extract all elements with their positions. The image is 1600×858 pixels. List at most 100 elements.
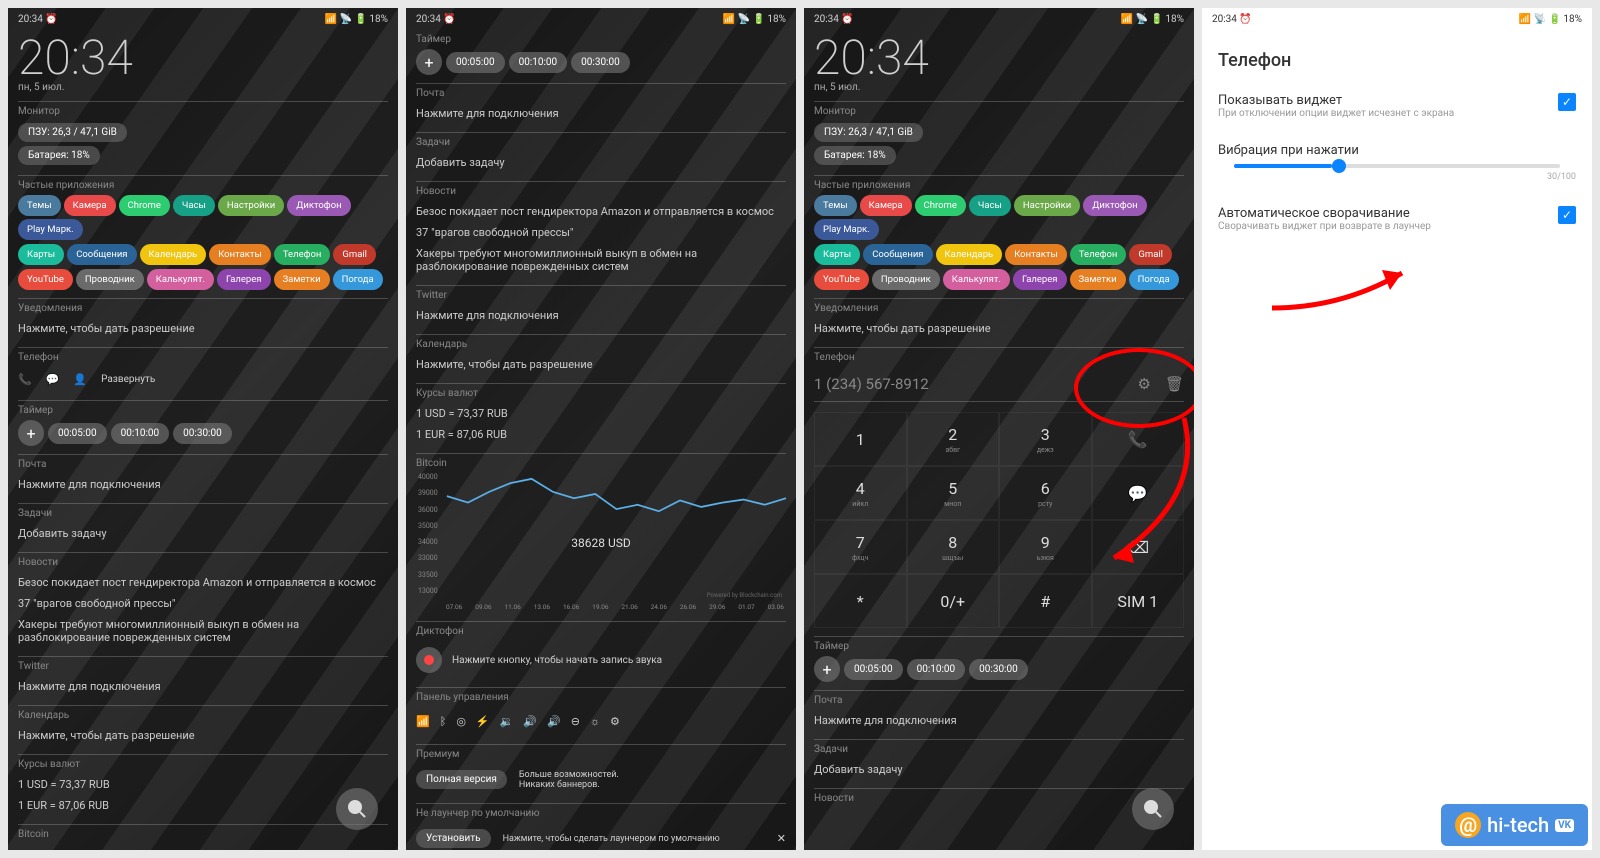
record-button[interactable] <box>416 647 442 673</box>
app-chip[interactable]: Chrome <box>915 195 966 216</box>
phone-screen-1: 20:34 ⏰ 📶 📡 🔋 18% 20:34 пн, 5 июл. Монит… <box>8 8 398 850</box>
app-chip[interactable]: Play Марк. <box>814 219 879 240</box>
install-button[interactable]: Установить <box>416 829 491 848</box>
app-chip[interactable]: Настройки <box>1014 195 1080 216</box>
news-item[interactable]: Безос покидает пост гендиректора Amazon … <box>416 201 786 222</box>
news-item[interactable]: 37 "врагов свободной прессы" <box>416 222 786 243</box>
app-chip[interactable]: Телефон <box>274 244 331 265</box>
wifi-icon[interactable]: 📶 <box>416 715 430 728</box>
timer-preset[interactable]: 00:10:00 <box>509 52 568 73</box>
full-version-button[interactable]: Полная версия <box>416 770 507 789</box>
app-chip[interactable]: Темы <box>18 195 61 216</box>
add-timer-button[interactable]: + <box>18 420 44 446</box>
search-fab[interactable] <box>1132 788 1174 830</box>
expand-label[interactable]: Развернуть <box>101 374 155 385</box>
app-chip[interactable]: Проводник <box>872 269 940 290</box>
vibration-slider[interactable] <box>1234 164 1560 168</box>
vol-down-icon[interactable]: 🔉 <box>500 715 514 728</box>
app-chip[interactable]: Заметки <box>1070 269 1126 290</box>
close-icon[interactable]: ✕ <box>777 832 786 845</box>
app-chip[interactable]: Chrome <box>119 195 170 216</box>
setting-show-widget[interactable]: Показывать виджетПри отключении опции ви… <box>1202 81 1592 131</box>
app-chip[interactable]: Погода <box>333 269 383 290</box>
dialpad-key[interactable]: 8шщъы <box>907 520 1000 574</box>
phone-screen-2: 20:34 ⏰📶 📡 🔋 18% Таймер +00:05:0000:10:0… <box>406 8 796 850</box>
dialpad-key[interactable]: 1 <box>814 412 907 466</box>
app-chip[interactable]: Диктофон <box>1083 195 1146 216</box>
vol-up-icon[interactable]: 🔊 <box>523 715 537 728</box>
app-chip[interactable]: Камера <box>860 195 912 216</box>
dialpad-key[interactable]: 2абвг <box>907 412 1000 466</box>
app-chip[interactable]: Календарь <box>140 244 207 265</box>
dialpad-key[interactable]: 5мноп <box>907 466 1000 520</box>
dialpad-key[interactable]: 0/+ <box>907 574 1000 628</box>
app-chip[interactable]: Карты <box>18 244 64 265</box>
app-chip[interactable]: Темы <box>814 195 857 216</box>
app-chip[interactable]: Заметки <box>274 269 330 290</box>
app-chip[interactable]: Галерея <box>217 269 271 290</box>
app-chip[interactable]: Калькулят. <box>147 269 214 290</box>
dialpad-key[interactable]: 6рсту <box>999 466 1092 520</box>
timer-preset[interactable]: 00:30:00 <box>571 52 630 73</box>
add-timer-button[interactable]: + <box>416 49 442 75</box>
app-chip[interactable]: Карты <box>814 244 860 265</box>
notif-permission[interactable]: Нажмите, чтобы дать разрешение <box>18 318 388 339</box>
news-item[interactable]: Хакеры требуют многомиллионный выкуп в о… <box>416 243 786 277</box>
phone-icon[interactable]: 📞 <box>18 373 32 386</box>
app-chip[interactable]: Gmail <box>333 244 376 265</box>
dialpad-key[interactable]: * <box>814 574 907 628</box>
dial-number[interactable]: 1 (234) 567-8912 <box>814 375 929 393</box>
contacts-icon[interactable]: 👤 <box>73 373 87 386</box>
timer-preset[interactable]: 00:05:00 <box>446 52 505 73</box>
dialpad-key[interactable]: # <box>999 574 1092 628</box>
app-chip[interactable]: Контакты <box>1005 244 1067 265</box>
dialpad-key[interactable]: 4ийкл <box>814 466 907 520</box>
app-chip[interactable]: Часы <box>969 195 1011 216</box>
timer-preset[interactable]: 00:05:00 <box>844 659 903 680</box>
app-chip[interactable]: Погода <box>1129 269 1179 290</box>
app-chip[interactable]: Проводник <box>76 269 144 290</box>
dialpad-key[interactable]: 3дежз <box>999 412 1092 466</box>
flash-icon[interactable]: ⚡ <box>476 715 490 728</box>
app-chip[interactable]: YouTube <box>18 269 73 290</box>
bluetooth-icon[interactable]: ᛒ <box>440 715 447 728</box>
app-chip[interactable]: Gmail <box>1129 244 1172 265</box>
dialpad-key[interactable]: 7фхцч <box>814 520 907 574</box>
timer-preset[interactable]: 00:30:00 <box>969 659 1028 680</box>
app-chip[interactable]: Play Марк. <box>18 219 83 240</box>
timer-preset[interactable]: 00:05:00 <box>48 423 107 444</box>
dialpad-key[interactable]: SIM 1 <box>1092 574 1185 628</box>
sms-icon[interactable]: 💬 <box>46 373 60 386</box>
app-chip[interactable]: Телефон <box>1070 244 1127 265</box>
timer-preset[interactable]: 00:10:00 <box>907 659 966 680</box>
app-chip[interactable]: Часы <box>173 195 215 216</box>
location-icon[interactable]: ◎ <box>456 715 466 728</box>
news-item[interactable]: 37 "врагов свободной прессы" <box>18 593 388 614</box>
ram-pill[interactable]: ПЗУ: 26,3 / 47,1 GiB <box>18 123 127 142</box>
dialpad-key[interactable]: 9ьэюя <box>999 520 1092 574</box>
search-fab[interactable] <box>336 788 378 830</box>
timer-preset[interactable]: 00:10:00 <box>111 423 170 444</box>
app-chip[interactable]: Калькулят. <box>943 269 1010 290</box>
app-chip[interactable]: Контакты <box>209 244 271 265</box>
app-chip[interactable]: Диктофон <box>287 195 350 216</box>
settings-icon[interactable]: ⚙ <box>610 715 620 728</box>
app-chip[interactable]: Сообщения <box>67 244 136 265</box>
app-chip[interactable]: Сообщения <box>863 244 932 265</box>
app-chip[interactable]: Камера <box>64 195 116 216</box>
dnd-icon[interactable]: ⊖ <box>571 715 580 728</box>
checkbox-icon[interactable]: ✓ <box>1558 93 1576 111</box>
add-timer-button[interactable]: + <box>814 656 840 682</box>
setting-auto-collapse[interactable]: Автоматическое сворачиваниеСворачивать в… <box>1202 194 1592 244</box>
battery-pill[interactable]: Батарея: 18% <box>18 146 100 165</box>
app-chip[interactable]: YouTube <box>814 269 869 290</box>
timer-preset[interactable]: 00:30:00 <box>173 423 232 444</box>
app-chip[interactable]: Настройки <box>218 195 284 216</box>
sound-icon[interactable]: 🔊 <box>547 715 561 728</box>
brightness-icon[interactable]: ☼ <box>590 715 600 728</box>
checkbox-icon[interactable]: ✓ <box>1558 206 1576 224</box>
app-chip[interactable]: Календарь <box>936 244 1003 265</box>
app-chip[interactable]: Галерея <box>1013 269 1067 290</box>
news-item[interactable]: Хакеры требуют многомиллионный выкуп в о… <box>18 614 388 648</box>
news-item[interactable]: Безос покидает пост гендиректора Amazon … <box>18 572 388 593</box>
